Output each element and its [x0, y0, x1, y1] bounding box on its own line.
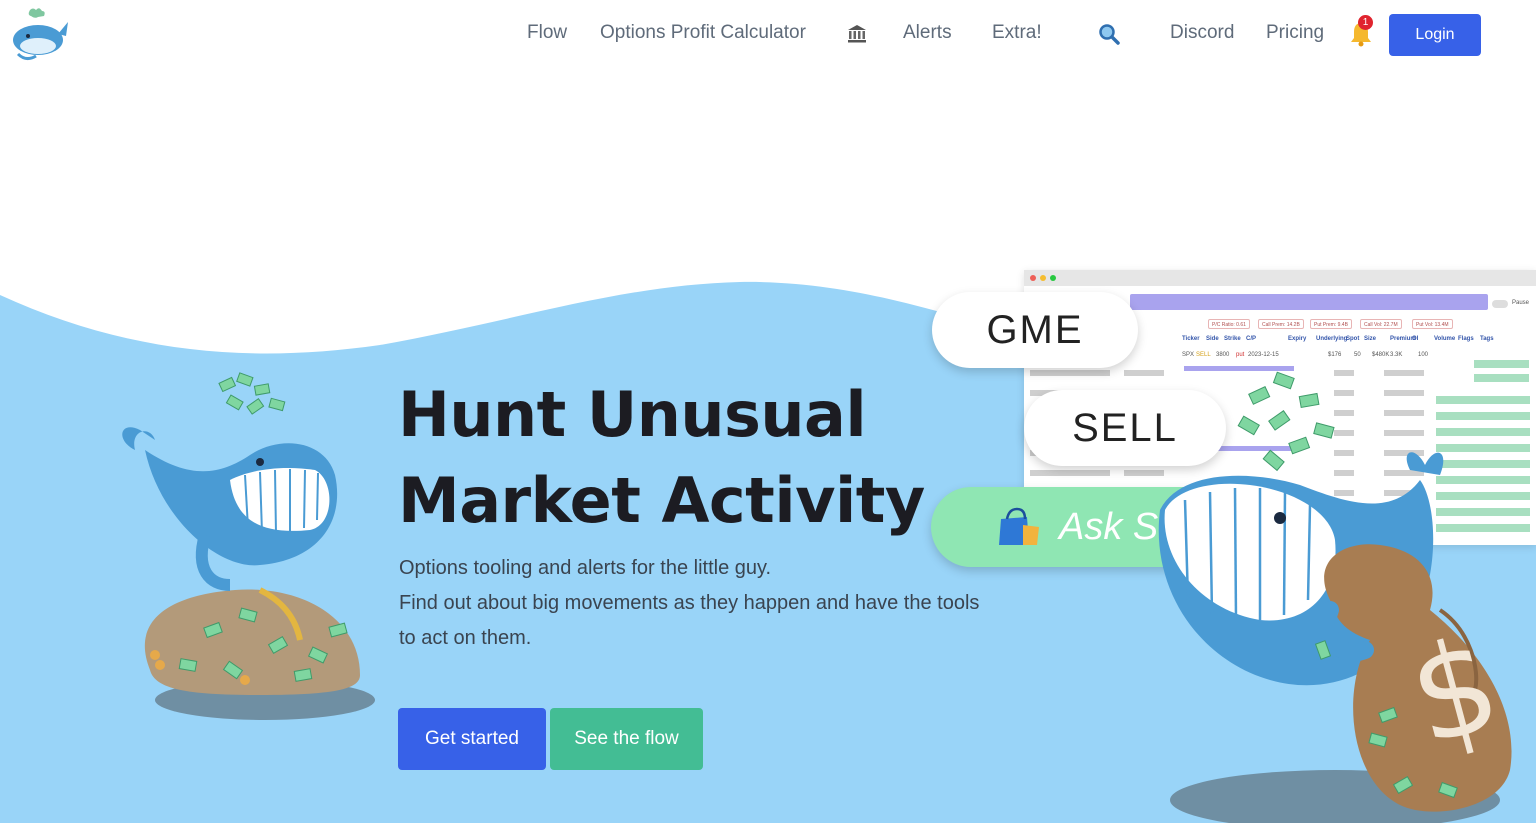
notifications-bell[interactable]: 1 — [1350, 15, 1376, 47]
nav-link-alerts[interactable]: Alerts — [903, 22, 952, 44]
table-header-row: Ticker Side Strike C/P Expiry UnderlyingSpot S… — [1182, 336, 1494, 342]
hero-title: Hunt Unusual Market Activity — [398, 372, 925, 544]
stat-chip: P/C Ratio: 0.61 — [1208, 319, 1250, 329]
nav-link-pricing[interactable]: Pricing — [1266, 22, 1324, 44]
preview-toggle — [1492, 300, 1508, 308]
hero-title-line-2: Market Activity — [398, 464, 925, 537]
preview-toggle-label: Pause — [1512, 300, 1530, 306]
stat-chip: Call Prem: 14.2B — [1258, 319, 1304, 329]
shopping-bag-icon — [999, 507, 1039, 545]
stat-chip: Put Prem: 9.4B — [1310, 319, 1352, 329]
notification-count-badge: 1 — [1358, 15, 1373, 30]
whale-logo-icon[interactable] — [8, 6, 70, 62]
get-started-button[interactable]: Get started — [398, 708, 546, 770]
top-navigation: Flow Options Profit Calculator Alerts Ex… — [0, 0, 1536, 72]
see-the-flow-button[interactable]: See the flow — [550, 708, 703, 770]
preview-search-bar — [1130, 294, 1488, 310]
nav-link-extra[interactable]: Extra! — [992, 22, 1042, 44]
hero-subtitle-line-1: Options tooling and alerts for the littl… — [399, 557, 772, 579]
bank-icon[interactable] — [846, 22, 870, 46]
stat-chip: Call Vol: 22.7M — [1360, 319, 1402, 329]
table-row: SPX SELL 3800 put 2023-12-15 $176 50 $480K3.3K 1… — [1182, 352, 1429, 358]
nav-link-options-profit-calculator[interactable]: Options Profit Calculator — [600, 22, 806, 44]
login-button[interactable]: Login — [1389, 14, 1481, 56]
ticker-pill-gme: GME — [932, 292, 1138, 368]
hero-subtitle: Options tooling and alerts for the littl… — [399, 551, 999, 656]
hero-title-line-1: Hunt Unusual — [398, 378, 867, 451]
nav-link-discord[interactable]: Discord — [1170, 22, 1234, 44]
search-icon[interactable] — [1097, 22, 1121, 46]
nav-link-flow[interactable]: Flow — [527, 22, 567, 44]
hero-subtitle-line-2: Find out about big movements as they hap… — [399, 592, 980, 649]
whale-hugging-money-bag-illustration: $ — [1158, 371, 1514, 823]
preview-window-titlebar — [1024, 270, 1536, 286]
whale-money-bag-illustration — [122, 372, 375, 720]
stat-chip: Put Vol: 13.4M — [1412, 319, 1453, 329]
